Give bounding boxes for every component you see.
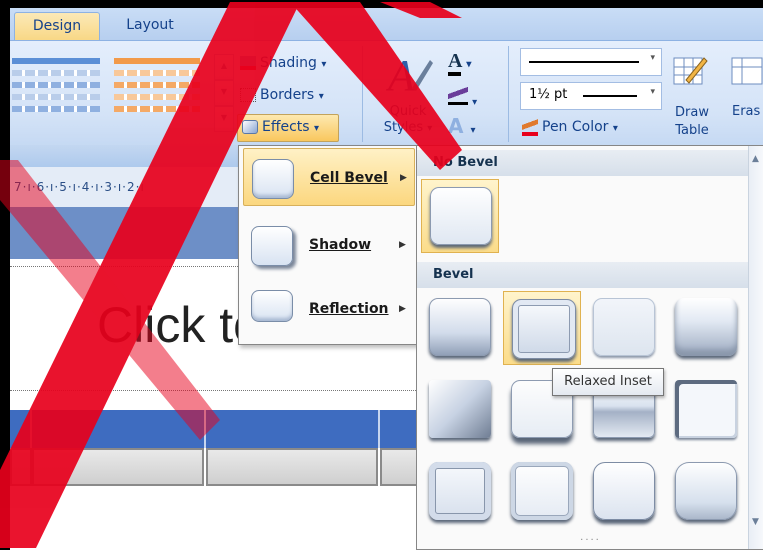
red-stroke-top <box>290 2 462 170</box>
red-annotation-strokes <box>0 2 462 548</box>
red-stroke-corner <box>380 2 462 18</box>
red-annotation-overlay <box>0 2 462 548</box>
red-stroke-left <box>0 2 300 548</box>
